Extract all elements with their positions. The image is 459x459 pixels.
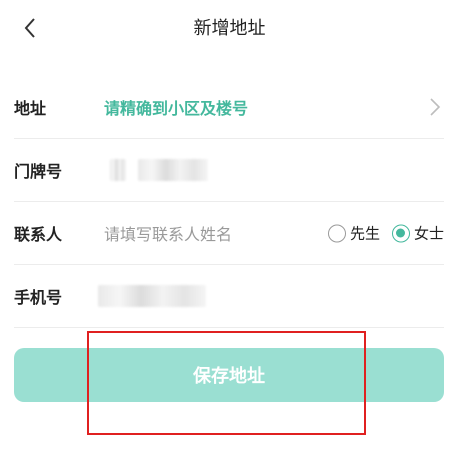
contact-row: 联系人 请填写联系人姓名 先生 女士 xyxy=(14,202,444,265)
phone-redacted[interactable] xyxy=(98,285,206,307)
add-address-page: 新增地址 地址 请精确到小区及楼号 门牌号 联系人 请填写联系人姓名 先生 女士 xyxy=(0,0,459,459)
radio-ms-label: 女士 xyxy=(413,224,444,243)
address-value[interactable]: 请精确到小区及楼号 xyxy=(104,95,248,119)
page-title: 新增地址 xyxy=(193,18,266,39)
radio-unchecked-icon xyxy=(327,224,346,242)
address-label: 地址 xyxy=(14,99,47,118)
house-number-redacted[interactable] xyxy=(110,159,126,181)
radio-mr[interactable]: 先生 xyxy=(327,223,380,244)
save-address-button[interactable]: 保存地址 xyxy=(14,348,444,402)
house-number-row: 门牌号 xyxy=(14,139,444,202)
contact-label: 联系人 xyxy=(14,225,63,244)
radio-mr-label: 先生 xyxy=(349,224,380,243)
header: 新增地址 xyxy=(0,0,459,56)
gender-radio-group: 先生 女士 xyxy=(327,223,444,244)
address-row[interactable]: 地址 请精确到小区及楼号 xyxy=(14,76,444,139)
house-number-label: 门牌号 xyxy=(14,162,63,181)
radio-checked-icon xyxy=(391,224,410,242)
chevron-right-icon xyxy=(430,98,441,116)
contact-name-input[interactable]: 请填写联系人姓名 xyxy=(104,221,232,245)
phone-row: 手机号 xyxy=(14,265,444,328)
radio-ms[interactable]: 女士 xyxy=(391,223,444,244)
phone-label: 手机号 xyxy=(14,288,63,307)
house-number-redacted[interactable] xyxy=(138,159,208,181)
